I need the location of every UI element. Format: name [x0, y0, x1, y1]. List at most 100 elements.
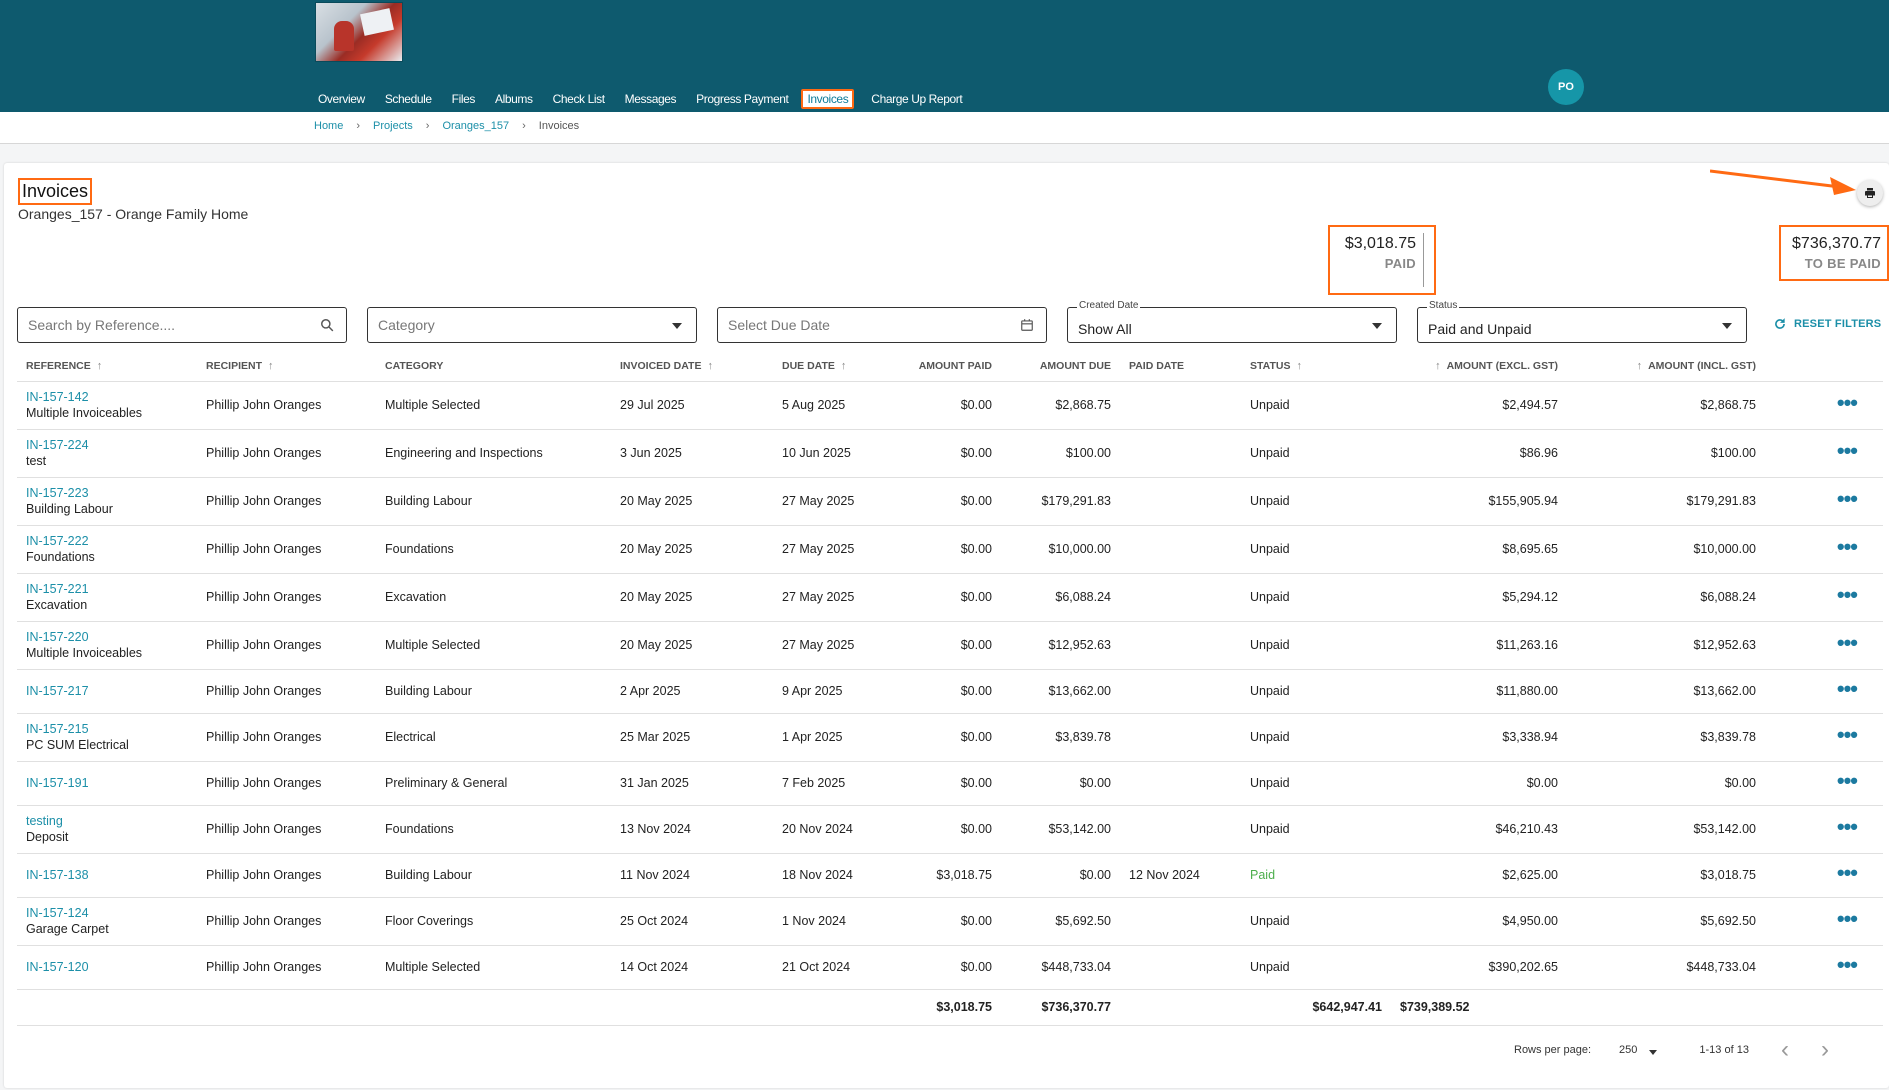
nav-overview[interactable]: Overview	[315, 90, 368, 108]
invoice-reference-link[interactable]: IN-157-191	[26, 776, 188, 790]
table-row[interactable]: IN-157-224 test Phillip John Oranges Engine…	[17, 429, 1883, 478]
invoice-reference-link[interactable]: testing	[26, 814, 188, 828]
nav-charge-up-report[interactable]: Charge Up Report	[868, 90, 965, 108]
reset-filters-label: RESET FILTERS	[1794, 318, 1882, 330]
column-reference[interactable]: REFERENCE ↑	[17, 351, 197, 382]
refresh-icon	[1775, 318, 1785, 329]
status-select[interactable]: Status Paid and Unpaid	[1417, 300, 1747, 343]
amount-excl-cell: $86.96	[1391, 429, 1567, 478]
table-row[interactable]: IN-157-120 Phillip John Oranges Multiple S…	[17, 945, 1883, 990]
invoice-description: Foundations	[26, 550, 95, 564]
paid-date-cell: 12 Nov 2024	[1120, 853, 1241, 898]
table-row[interactable]: testing Deposit Phillip John Oranges Founda…	[17, 805, 1883, 854]
actions-cell: •••	[1765, 945, 1883, 990]
invoice-reference-link[interactable]: IN-157-222	[26, 534, 188, 548]
amount-due-cell: $3,839.78	[1001, 713, 1120, 762]
table-row[interactable]: IN-157-222 Foundations Phillip John Orange…	[17, 525, 1883, 574]
due-date-cell: 27 May 2025	[773, 621, 878, 670]
table-row[interactable]: IN-157-142 Multiple Invoiceables Phillip J…	[17, 381, 1883, 430]
breadcrumb-projects[interactable]: Projects	[373, 120, 413, 132]
nav-schedule[interactable]: Schedule	[382, 90, 435, 108]
invoice-reference-link[interactable]: IN-157-221	[26, 582, 188, 596]
column-amount-due[interactable]: AMOUNT DUE	[1001, 351, 1120, 382]
amount-excl-cell: $5,294.12	[1391, 573, 1567, 622]
nav-progress-payment[interactable]: Progress Payment	[693, 90, 791, 108]
more-horizontal-icon[interactable]: •••	[1837, 630, 1858, 655]
more-horizontal-icon[interactable]: •••	[1837, 486, 1858, 511]
invoice-reference-link[interactable]: IN-157-120	[26, 960, 188, 974]
table-row[interactable]: IN-157-223 Building Labour Phillip John Or…	[17, 477, 1883, 526]
column-amount-excl[interactable]: ↑ AMOUNT (EXCL. GST)	[1391, 351, 1567, 382]
breadcrumb-home[interactable]: Home	[314, 120, 343, 132]
reset-filters-button[interactable]: RESET FILTERS	[1773, 317, 1881, 331]
invoice-reference-link[interactable]: IN-157-138	[26, 868, 188, 882]
table-row[interactable]: IN-157-220 Multiple Invoiceables Phillip J…	[17, 621, 1883, 670]
table-row[interactable]: IN-157-215 PC SUM Electrical Phillip John …	[17, 713, 1883, 762]
more-horizontal-icon[interactable]: •••	[1837, 860, 1858, 885]
column-amount-paid[interactable]: AMOUNT PAID	[878, 351, 1001, 382]
nav-albums[interactable]: Albums	[492, 90, 536, 108]
chevron-right-icon: ›	[425, 120, 430, 132]
table-row[interactable]: IN-157-138 Phillip John Oranges Building L…	[17, 853, 1883, 898]
nav-check-list[interactable]: Check List	[550, 90, 608, 108]
invoice-reference-link[interactable]: IN-157-224	[26, 438, 188, 452]
invoice-reference-link[interactable]: IN-157-220	[26, 630, 188, 644]
rows-per-page-select[interactable]: 250	[1619, 1044, 1658, 1056]
invoice-description: Deposit	[26, 830, 69, 844]
table-row[interactable]: IN-157-221 Excavation Phillip John Oranges…	[17, 573, 1883, 622]
amount-incl-cell: $10,000.00	[1567, 525, 1765, 574]
printer-icon	[1865, 188, 1875, 198]
invoice-reference-link[interactable]: IN-157-142	[26, 390, 188, 404]
created-date-select[interactable]: Created Date Show All	[1067, 300, 1397, 343]
more-horizontal-icon[interactable]: •••	[1837, 534, 1858, 559]
due-date-picker[interactable]: Select Due Date	[717, 307, 1047, 343]
more-horizontal-icon[interactable]: •••	[1837, 906, 1858, 931]
nav-invoices[interactable]: Invoices	[801, 89, 855, 109]
next-page-button[interactable]: ›	[1821, 1036, 1829, 1064]
more-horizontal-icon[interactable]: •••	[1837, 582, 1858, 607]
column-due-date[interactable]: DUE DATE ↑	[773, 351, 878, 382]
invoice-reference-link[interactable]: IN-157-124	[26, 906, 188, 920]
due-date-cell: 10 Jun 2025	[773, 429, 878, 478]
column-invoiced-date[interactable]: INVOICED DATE ↑	[611, 351, 773, 382]
table-row[interactable]: IN-157-217 Phillip John Oranges Building L…	[17, 669, 1883, 714]
more-horizontal-icon[interactable]: •••	[1837, 814, 1858, 839]
previous-page-button[interactable]: ‹	[1781, 1036, 1789, 1064]
table-row[interactable]: IN-157-191 Phillip John Oranges Preliminar…	[17, 761, 1883, 806]
column-status[interactable]: STATUS ↑	[1241, 351, 1391, 382]
invoice-reference-link[interactable]: IN-157-223	[26, 486, 188, 500]
more-horizontal-icon[interactable]: •••	[1837, 676, 1858, 701]
more-horizontal-icon[interactable]: •••	[1837, 768, 1858, 793]
table-row[interactable]: IN-157-124 Garage Carpet Phillip John Oran…	[17, 897, 1883, 946]
print-button[interactable]	[1857, 180, 1883, 206]
total-amount-paid: $3,018.75	[878, 989, 1001, 1026]
search-input[interactable]: Search by Reference....	[17, 307, 347, 343]
arrow-up-icon: ↑	[1636, 359, 1643, 372]
status-cell: Unpaid	[1241, 945, 1391, 990]
user-avatar[interactable]: PO	[1548, 69, 1584, 105]
more-horizontal-icon[interactable]: •••	[1837, 722, 1858, 747]
reference-cell: IN-157-142 Multiple Invoiceables	[17, 381, 197, 430]
due-date-cell: 27 May 2025	[773, 573, 878, 622]
column-recipient[interactable]: RECIPIENT ↑	[197, 351, 376, 382]
invoiced-date-cell: 3 Jun 2025	[611, 429, 773, 478]
category-select[interactable]: Category	[367, 307, 697, 343]
due-date-cell: 7 Feb 2025	[773, 761, 878, 806]
more-horizontal-icon[interactable]: •••	[1837, 952, 1858, 977]
nav-messages[interactable]: Messages	[622, 90, 680, 108]
column-amount-incl[interactable]: ↑ AMOUNT (INCL. GST)	[1567, 351, 1765, 382]
invoice-reference-link[interactable]: IN-157-215	[26, 722, 188, 736]
nav-files[interactable]: Files	[449, 90, 478, 108]
breadcrumb-project[interactable]: Oranges_157	[442, 120, 509, 132]
more-horizontal-icon[interactable]: •••	[1837, 390, 1858, 415]
column-paid-date[interactable]: PAID DATE	[1120, 351, 1241, 382]
amount-due-cell: $6,088.24	[1001, 573, 1120, 622]
actions-cell: •••	[1765, 805, 1883, 854]
invoice-reference-link[interactable]: IN-157-217	[26, 684, 188, 698]
column-category[interactable]: CATEGORY	[376, 351, 611, 382]
more-horizontal-icon[interactable]: •••	[1837, 438, 1858, 463]
amount-incl-cell: $179,291.83	[1567, 477, 1765, 526]
project-thumbnail[interactable]	[315, 2, 403, 62]
amount-due-cell: $13,662.00	[1001, 669, 1120, 714]
status-cell: Unpaid	[1241, 713, 1391, 762]
